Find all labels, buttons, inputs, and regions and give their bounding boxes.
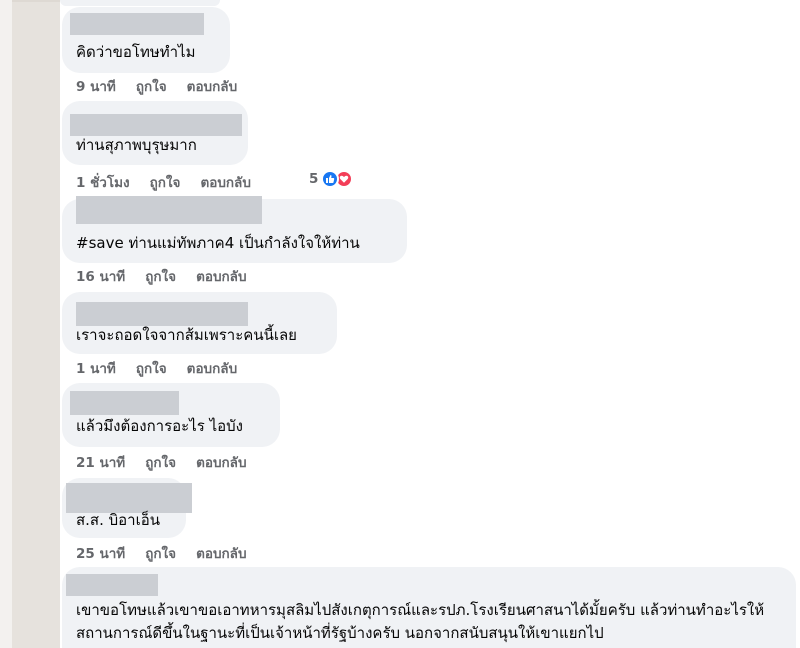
redacted-author-name[interactable] xyxy=(76,196,262,224)
reply-button[interactable]: ตอบกลับ xyxy=(187,75,237,97)
comment-time[interactable]: 9 นาที xyxy=(76,75,116,97)
like-button[interactable]: ถูกใจ xyxy=(145,542,176,564)
heart-glyph xyxy=(340,175,349,183)
comment-meta: 16 นาที ถูกใจ ตอบกลับ xyxy=(76,265,247,287)
comment-time[interactable]: 16 นาที xyxy=(76,265,125,287)
comment-time[interactable]: 1 นาที xyxy=(76,357,116,379)
reply-button[interactable]: ตอบกลับ xyxy=(196,542,246,564)
comment-text: ท่านสุภาพบุรุษมาก xyxy=(76,136,197,154)
redacted-author-name[interactable] xyxy=(70,13,204,35)
reply-button[interactable]: ตอบกลับ xyxy=(200,171,250,193)
like-button[interactable]: ถูกใจ xyxy=(145,265,176,287)
like-button[interactable]: ถูกใจ xyxy=(145,451,176,473)
comment-text: คิดว่าขอโทษทำไม xyxy=(76,43,196,61)
reaction-summary[interactable]: 5 xyxy=(309,170,354,188)
like-button[interactable]: ถูกใจ xyxy=(150,171,181,193)
comment-text: แล้วมึงต้องการอะไร ไอบัง xyxy=(76,417,243,435)
comment-meta: 1 ชั่วโมง ถูกใจ ตอบกลับ xyxy=(76,171,251,193)
reply-button[interactable]: ตอบกลับ xyxy=(196,265,246,287)
redacted-author-name[interactable] xyxy=(70,114,242,136)
reaction-count: 5 xyxy=(309,171,319,187)
comment-meta: 25 นาที ถูกใจ ตอบกลับ xyxy=(76,542,247,564)
comment-time[interactable]: 25 นาที xyxy=(76,542,125,564)
like-button[interactable]: ถูกใจ xyxy=(136,75,167,97)
comment-meta: 21 นาที ถูกใจ ตอบกลับ xyxy=(76,451,247,473)
comment-meta: 1 นาที ถูกใจ ตอบกลับ xyxy=(76,357,237,379)
redacted-author-name[interactable] xyxy=(76,302,248,326)
comment-time[interactable]: 1 ชั่วโมง xyxy=(76,171,130,193)
redacted-author-name[interactable] xyxy=(66,483,192,513)
comment-time[interactable]: 21 นาที xyxy=(76,451,125,473)
redacted-author-name[interactable] xyxy=(70,391,179,415)
comment-text: เขาขอโทษแล้วเขาขอเอาทหารมุสลิมไปสังเกตุก… xyxy=(76,601,765,642)
previous-comment-clip xyxy=(60,0,220,6)
thumbs-up-glyph xyxy=(326,175,335,183)
rail-edge xyxy=(0,0,12,648)
comments-page: คิดว่าขอโทษทำไม 9 นาที ถูกใจ ตอบกลับ ท่า… xyxy=(0,0,800,648)
reply-button[interactable]: ตอบกลับ xyxy=(187,357,237,379)
comment-meta: 9 นาที ถูกใจ ตอบกลับ xyxy=(76,75,237,97)
comment-text: #save ท่านแม่ทัพภาค4 เป็นกำลังใจให้ท่าน xyxy=(76,234,360,252)
comment-text: เราจะถอดใจจากส้มเพราะคนนี้เลย xyxy=(76,326,297,344)
like-button[interactable]: ถูกใจ xyxy=(136,357,167,379)
redacted-author-name[interactable] xyxy=(66,574,158,596)
comment-text: ส.ส. บิอาเอ็น xyxy=(76,511,160,529)
reply-button[interactable]: ตอบกลับ xyxy=(196,451,246,473)
